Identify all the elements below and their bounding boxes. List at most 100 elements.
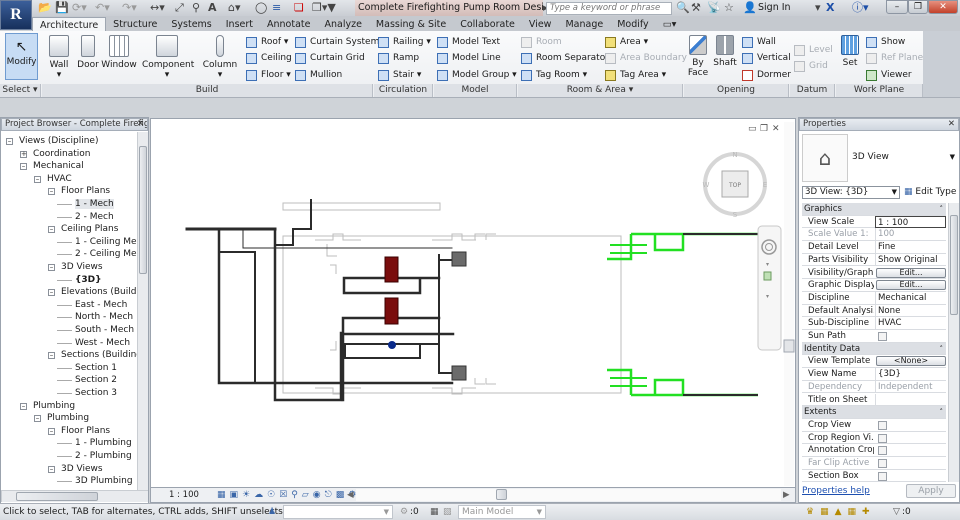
viewcube[interactable]: TOP N S E W (703, 151, 768, 219)
section-label: Identity Data (804, 343, 861, 354)
design-options-icon[interactable]: ▦ (430, 504, 439, 520)
property-checkbox[interactable] (878, 471, 887, 481)
selected-fitting-bottom[interactable] (610, 377, 647, 387)
editing-requests-count: :0 (410, 507, 419, 517)
return-pipe (273, 227, 343, 402)
edit-type-label: Edit Type (915, 187, 957, 197)
exclude-options-icon[interactable]: ▧ (443, 504, 452, 520)
property-edit-button[interactable]: Edit... (876, 280, 946, 291)
property-label: Discipline (808, 292, 850, 303)
header-pipe (438, 254, 453, 374)
worksets-icon[interactable]: ♟ (268, 504, 276, 520)
compass-east[interactable]: E (763, 181, 767, 189)
zoom-dropdown-icon[interactable]: ▾ (766, 293, 769, 300)
property-label: Detail Level (808, 242, 859, 253)
property-edit-button[interactable]: <None> (876, 356, 946, 367)
view-control-icons[interactable]: ▦▣☀☁☉☒⚲▱◉⎋▩⚙ (217, 488, 360, 502)
jockey-pump[interactable] (388, 341, 396, 349)
property-label: View Template (808, 356, 871, 367)
application-menu-button[interactable]: R (0, 0, 32, 30)
property-checkbox[interactable] (878, 459, 887, 468)
editing-requests-icon[interactable]: ⚙ (400, 504, 408, 520)
property-edit-button[interactable]: Edit... (876, 267, 946, 278)
tank-connection-2[interactable] (451, 365, 467, 381)
properties-scrollbar[interactable] (948, 203, 959, 482)
property-label: Sun Path (808, 331, 846, 341)
property-value[interactable]: Fine (875, 241, 946, 254)
close-icon[interactable]: ✕ (948, 119, 955, 130)
property-value[interactable]: {3D} (875, 368, 946, 381)
edit-type-button[interactable]: ▦ Edit Type (904, 185, 956, 199)
compass-north[interactable]: N (732, 151, 737, 159)
scroll-thumb[interactable] (950, 215, 958, 315)
property-label: Graphic Display... (808, 280, 874, 291)
viewcube-top-label[interactable]: TOP (728, 182, 741, 189)
property-value[interactable]: 100 (875, 228, 946, 241)
viewport-restore-icon[interactable]: ❐ (760, 124, 768, 134)
property-checkbox[interactable] (878, 433, 887, 443)
viewport-horizontal-scrollbar[interactable] (356, 489, 781, 501)
property-section[interactable]: Extents ˄ (802, 406, 946, 419)
property-section[interactable]: Graphics ˄ (802, 203, 946, 216)
property-section[interactable]: Identity Data ˄ (802, 342, 946, 356)
property-value[interactable] (875, 393, 946, 406)
property-checkbox[interactable] (878, 332, 887, 341)
scroll-left-icon[interactable]: ◀ (347, 488, 354, 502)
property-row: View Name {3D} (802, 368, 946, 381)
property-row: View Scale 1 : 100 (802, 215, 946, 229)
chevron-down-icon: ▼ (536, 508, 542, 516)
property-label: Far Clip Active (808, 458, 870, 468)
view-control-bar: 1 : 100 ▦▣☀☁☉☒⚲▱◉⎋▩⚙ ◀ ▶ (150, 487, 796, 503)
3d-view-house-icon: ⌂ (802, 134, 848, 182)
viewport-vertical-scrollbar[interactable] (784, 122, 794, 486)
chevron-down-icon[interactable]: ▼ (950, 153, 955, 161)
property-label: Section Box (808, 470, 859, 481)
property-value[interactable]: 1 : 100 (875, 215, 946, 228)
navigation-bar[interactable]: ▾ ▾ (757, 225, 782, 351)
viewport-minimize-icon[interactable]: ▭ (748, 124, 757, 134)
property-checkbox[interactable] (878, 420, 887, 430)
instance-selector[interactable]: 3D View: {3D} ▼ (802, 186, 900, 199)
collapse-section-icon[interactable]: ˄ (940, 406, 944, 418)
collapse-section-icon[interactable]: ˄ (940, 203, 944, 215)
chevron-down-icon: ▼ (891, 188, 897, 196)
property-value[interactable]: Show Original (875, 253, 946, 266)
property-row: Annotation Crop (802, 444, 946, 457)
compass-west[interactable]: W (703, 181, 710, 189)
apply-button[interactable]: Apply (906, 484, 956, 498)
selected-pipe-bottom[interactable] (607, 368, 758, 397)
wheel-dropdown-icon[interactable]: ▾ (766, 261, 769, 268)
design-option-value: Main Model (462, 507, 514, 517)
filter-icon[interactable]: ▽ (893, 504, 900, 520)
viewport-hscroll-thumb[interactable] (496, 489, 507, 500)
property-value[interactable]: HVAC (875, 317, 946, 330)
type-selector[interactable]: ⌂ 3D View ▼ (802, 134, 957, 184)
property-value[interactable]: Independent (875, 380, 946, 393)
tank-connection-1[interactable] (451, 251, 467, 267)
property-label: Scale Value 1: (808, 229, 869, 240)
collapse-section-icon[interactable]: ˄ (940, 343, 944, 355)
selection-options-icons[interactable]: ♛▦▲▦✚ (806, 504, 876, 520)
property-checkbox[interactable] (878, 446, 887, 456)
workset-dropdown[interactable]: ▼ (283, 505, 393, 519)
fire-pump-2[interactable] (384, 297, 399, 325)
viewport-close-icon[interactable]: ✕ (772, 124, 780, 134)
properties-help-link[interactable]: Properties help (802, 486, 870, 496)
property-value[interactable]: None (875, 304, 946, 317)
scroll-right-icon[interactable]: ▶ (783, 488, 790, 502)
design-option-dropdown[interactable]: Main Model ▼ (458, 505, 546, 519)
fire-pump-1[interactable] (384, 256, 399, 283)
properties-title: Properties (803, 119, 846, 129)
compass-south[interactable]: S (733, 211, 738, 219)
viewport-scroll-thumb[interactable] (783, 339, 795, 353)
view-scale-button[interactable]: 1 : 100 (169, 488, 199, 502)
selected-pipe-top[interactable] (607, 232, 758, 261)
property-value[interactable]: Mechanical (875, 291, 946, 304)
zoom-region-icon[interactable] (763, 271, 772, 281)
property-row: View Template <None> (802, 355, 946, 369)
chevron-down-icon: ▼ (383, 508, 389, 516)
selected-fitting-top[interactable] (610, 244, 647, 254)
property-row: Sun Path (802, 330, 946, 343)
instance-selector-value: 3D View: {3D} (805, 187, 869, 197)
property-label: Dependency (808, 381, 863, 392)
